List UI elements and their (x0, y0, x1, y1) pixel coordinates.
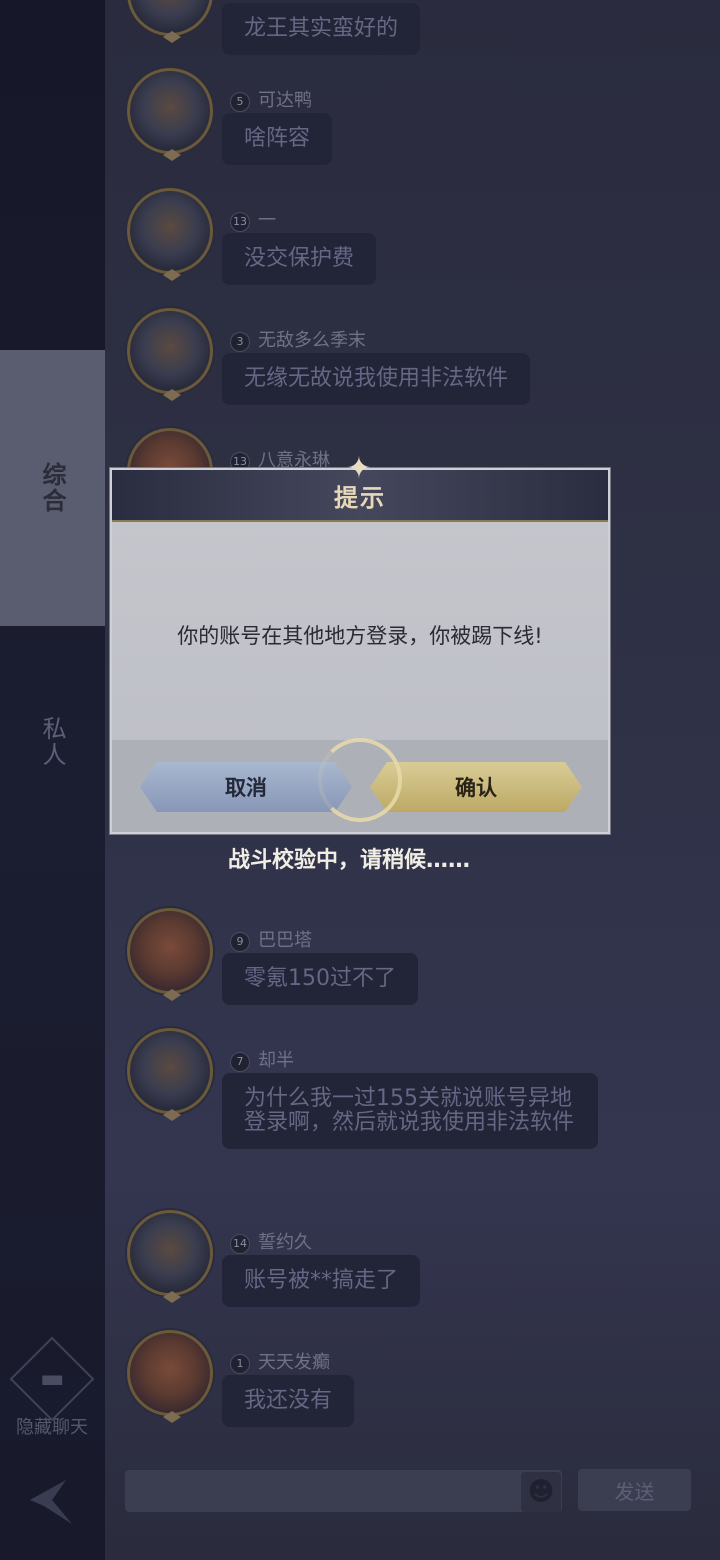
level-badge: 7 (230, 1052, 250, 1072)
username: 一 (258, 210, 276, 231)
loading-text: 战斗校验中，请稍候…… (228, 848, 471, 873)
message-bubble: 为什么我一过155关就说账号异地登录啊，然后就说我使用非法软件 (222, 1073, 598, 1149)
emoji-icon: ☻ (527, 1477, 555, 1507)
level-badge: 13 (230, 212, 250, 232)
message-bubble: 零氪150过不了 (222, 953, 418, 1005)
message-bubble: 账号被**搞走了 (222, 1255, 421, 1307)
level-badge: 3 (230, 332, 250, 352)
send-button[interactable]: 发送 (578, 1469, 691, 1511)
avatar[interactable] (127, 1210, 213, 1303)
confirm-button[interactable]: 确认 (370, 762, 582, 812)
avatar[interactable] (127, 188, 213, 281)
tab-private-label: 私人 (38, 716, 66, 768)
message-bubble: 龙王其实蛮好的 (222, 3, 421, 55)
tab-general[interactable]: 综合 (0, 350, 105, 626)
star-ornament-icon: ✦ (346, 451, 372, 486)
message-bubble: 没交保护费 (222, 233, 377, 285)
level-badge: 1 (230, 1354, 250, 1374)
username: 可达鸭 (258, 90, 312, 111)
hide-chat-icon: ▬ (9, 1336, 95, 1422)
loading-spinner-icon (318, 738, 402, 822)
dialog-message: 你的账号在其他地方登录，你被踢下线! (177, 624, 543, 648)
chat-input[interactable] (125, 1470, 562, 1512)
username: 无敌多么季末 (258, 330, 366, 351)
wing-logo-icon (30, 1480, 72, 1524)
level-badge: 5 (230, 92, 250, 112)
emoji-button[interactable]: ☻ (521, 1472, 561, 1512)
avatar[interactable] (127, 68, 213, 161)
avatar[interactable] (127, 1028, 213, 1121)
message-bubble: 我还没有 (222, 1375, 355, 1427)
level-badge: 9 (230, 932, 250, 952)
username: 天天发癫 (258, 1352, 330, 1373)
avatar[interactable] (127, 908, 213, 1001)
username: 却半 (258, 1050, 294, 1071)
avatar[interactable] (127, 308, 213, 401)
hide-chat-button[interactable]: ▬ 隐藏聊天 (8, 1336, 96, 1445)
message-bubble: 无缘无故说我使用非法软件 (222, 353, 531, 405)
avatar[interactable] (127, 0, 213, 43)
avatar[interactable] (127, 1330, 213, 1423)
message-bubble: 啥阵容 (222, 113, 333, 165)
tab-private[interactable]: 私人 (0, 626, 105, 876)
username: 誓约久 (258, 1232, 312, 1253)
level-badge: 14 (230, 1234, 250, 1254)
username: 巴巴塔 (258, 930, 312, 951)
tab-general-label: 综合 (38, 462, 66, 514)
sidebar: 综合 私人 ▬ 隐藏聊天 (0, 0, 105, 1560)
